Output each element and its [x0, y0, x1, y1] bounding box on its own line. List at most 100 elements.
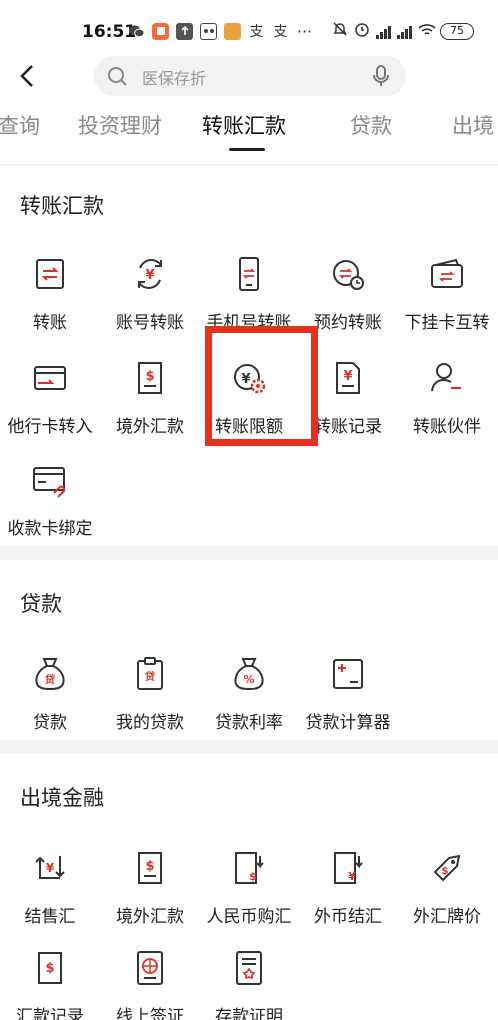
item-label: 线上签证: [116, 1007, 184, 1020]
buy-fx-icon: $: [235, 852, 264, 884]
item-label: 贷款计算器: [305, 713, 391, 733]
item-label: 存款证明: [215, 1007, 283, 1020]
svg-text:¥: ¥: [145, 268, 154, 283]
wallet-transfer-icon: [431, 258, 463, 288]
section-overseas: 出境金融 ¥ 结售汇 $ 境外汇款 $ 人民币购汇 ¥ 外币结汇 $ 外汇牌价 …: [0, 754, 498, 1020]
transfer-partner-item[interactable]: 转账伙伴: [397, 360, 497, 460]
my-loan-item[interactable]: 贷 我的贷款: [100, 656, 200, 756]
item-label: 境外汇款: [116, 907, 184, 927]
highlight-box: [205, 326, 318, 446]
wifi-icon: [418, 22, 436, 41]
fx-sell-item[interactable]: ¥ 外币结汇: [298, 850, 398, 950]
system-status: 75: [332, 21, 474, 41]
chevron-left-icon: [20, 65, 33, 87]
app-icon: [152, 22, 169, 40]
fx-settlement-item[interactable]: ¥ 结售汇: [0, 850, 100, 950]
microphone-icon[interactable]: [372, 64, 390, 88]
item-label: 境外汇款: [116, 417, 184, 437]
svg-text:贷: 贷: [44, 673, 55, 686]
item-label: 结售汇: [24, 907, 76, 927]
svg-text:$: $: [145, 859, 154, 874]
item-label: 转账伙伴: [413, 417, 481, 437]
svg-text:¥: ¥: [343, 369, 352, 384]
deposit-cert-icon: [236, 951, 262, 985]
card-in-icon: [34, 366, 66, 390]
card-link-icon: [33, 467, 66, 498]
dollar-doc-icon: $: [138, 852, 162, 884]
alarm-icon: [354, 21, 370, 41]
fx-price-item[interactable]: $ 外汇牌价: [397, 850, 497, 950]
item-label: 汇款记录: [16, 1007, 84, 1020]
item-label: 他行卡转入: [7, 417, 93, 437]
tab-transfer[interactable]: 转账汇款: [202, 110, 286, 140]
item-label: 收款卡绑定: [7, 519, 93, 539]
remit-record-item[interactable]: $ 汇款记录: [0, 950, 100, 1020]
percent-bag-icon: %: [234, 658, 264, 691]
svg-text:¥: ¥: [46, 861, 55, 875]
alipay-icon: 支: [273, 24, 288, 40]
alipay-icon: 支: [249, 24, 264, 40]
scheduled-transfer-icon: [333, 260, 364, 290]
section-title: 转账汇款: [20, 194, 104, 218]
active-tab-indicator: [229, 148, 265, 151]
sell-fx-icon: ¥: [334, 852, 363, 884]
svg-text:$: $: [249, 870, 257, 883]
item-label: 我的贷款: [116, 713, 184, 733]
tab-investment[interactable]: 投资理财: [78, 110, 162, 140]
person-icon: [431, 363, 461, 392]
remit-record-icon: $: [38, 952, 62, 984]
item-label: 账号转账: [116, 313, 184, 333]
tab-query[interactable]: 查询: [0, 110, 40, 140]
yuan-doc-icon: ¥: [336, 362, 360, 394]
item-label: 贷款利率: [215, 713, 283, 733]
deposit-cert-item[interactable]: 存款证明: [199, 950, 299, 1020]
section-title: 贷款: [20, 592, 62, 616]
section-loan: 贷款 贷 贷款 贷 我的贷款 % 贷款利率 贷款计算器: [0, 560, 498, 740]
transfer-item[interactable]: 转账: [0, 256, 100, 356]
svg-text:贷: 贷: [144, 670, 155, 683]
item-label: 外汇牌价: [413, 907, 481, 927]
phone-transfer-icon: [239, 257, 259, 291]
search-bar[interactable]: 医保存折: [94, 56, 406, 96]
search-input[interactable]: 医保存折: [142, 65, 206, 89]
svg-text:$: $: [145, 369, 154, 384]
item-label: 下挂卡互转: [404, 313, 490, 333]
more-icon: ···: [296, 21, 313, 41]
item-label: 外币结汇: [314, 907, 382, 927]
loan-bag-icon: 贷: [35, 658, 65, 691]
other-bank-in-item[interactable]: 他行卡转入: [0, 360, 100, 460]
header: 医保存折 查询 投资理财 转账汇款 贷款 出境: [0, 56, 498, 164]
loan-item[interactable]: 贷 贷款: [0, 656, 100, 756]
notification-icons: 支 支 ···: [128, 20, 320, 42]
item-label: 人民币购汇: [206, 907, 292, 927]
visa-icon: [137, 951, 163, 985]
back-button[interactable]: [16, 62, 40, 90]
loan-calculator-item[interactable]: 贷款计算器: [298, 656, 398, 756]
tab-overseas[interactable]: 出境: [452, 110, 494, 140]
status-bar: 16:51 支 支 ··· 75: [0, 0, 498, 56]
svg-text:$: $: [442, 866, 449, 877]
battery-icon: 75: [440, 22, 474, 40]
loan-clipboard-icon: 贷: [137, 657, 163, 690]
online-visa-item[interactable]: 线上签证: [100, 950, 200, 1020]
svg-text:¥: ¥: [348, 870, 356, 883]
card-binding-item[interactable]: 收款卡绑定: [0, 462, 100, 562]
search-icon: [108, 67, 127, 86]
calculator-icon: [333, 659, 363, 689]
rmb-buy-fx-item[interactable]: $ 人民币购汇: [199, 850, 299, 950]
svg-text:%: %: [243, 673, 254, 686]
overseas-remit-item[interactable]: $ 境外汇款: [100, 360, 200, 460]
account-transfer-item[interactable]: ¥ 账号转账: [100, 256, 200, 356]
game-icon: [224, 22, 241, 40]
overseas-remit-item[interactable]: $ 境外汇款: [100, 850, 200, 950]
upload-icon: [176, 22, 193, 40]
hd-signal-icon: [397, 24, 413, 39]
yuan-cycle-icon: ¥: [138, 259, 162, 289]
mute-icon: [332, 21, 348, 41]
linked-card-transfer-item[interactable]: 下挂卡互转: [397, 256, 497, 356]
section-title: 出境金融: [20, 786, 104, 810]
hd-signal-icon: [376, 24, 392, 39]
loan-rate-item[interactable]: % 贷款利率: [199, 656, 299, 756]
tab-loan[interactable]: 贷款: [350, 110, 392, 140]
dollar-doc-icon: $: [138, 362, 162, 394]
